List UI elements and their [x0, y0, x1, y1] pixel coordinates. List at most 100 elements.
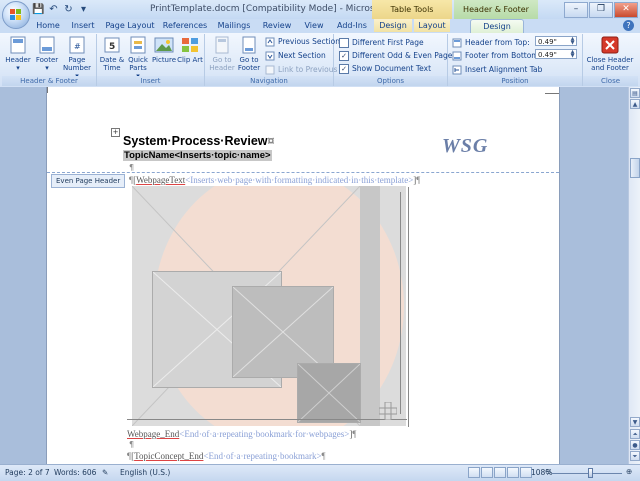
group-label-header-footer: Header & Footer: [2, 76, 96, 86]
help-icon[interactable]: ?: [623, 20, 634, 31]
topic-concept-end-field[interactable]: ¶[TopicConcept_End<End·of·a·repeating·bo…: [127, 451, 326, 461]
next-page-icon[interactable]: ⏷: [630, 451, 640, 461]
web-layout-icon[interactable]: [494, 467, 506, 478]
footer-button[interactable]: Footer ▾: [32, 36, 62, 74]
header-position-icon: [452, 38, 462, 48]
customize-qat-icon[interactable]: ▾: [77, 3, 90, 16]
topic-name-field[interactable]: TopicName<Inserts·topic·name>: [123, 150, 272, 161]
header-button[interactable]: Header ▾: [3, 36, 33, 74]
context-title-header-footer-tools: Header & Footer Tools: [454, 0, 538, 33]
clip-art-button[interactable]: Clip Art: [175, 36, 205, 74]
vertical-scrollbar[interactable]: ▤ ▲ ▼ ⏶ ● ⏷: [628, 87, 640, 464]
tab-insert[interactable]: Insert: [68, 19, 98, 32]
page-count[interactable]: Page: 2 of 7: [5, 468, 50, 477]
window-controls: – ❐ ✕: [564, 2, 638, 18]
minimize-button[interactable]: –: [564, 2, 588, 18]
go-to-header-label: Go to Header: [209, 56, 235, 72]
scroll-thumb[interactable]: [630, 158, 640, 178]
header-from-top-value: 0.49": [538, 38, 557, 46]
picture-icon: [154, 36, 174, 54]
next-section-icon: [265, 51, 275, 61]
spinner-arrows-icon[interactable]: ▲ ▼: [569, 37, 576, 46]
placeholder-image[interactable]: [132, 186, 406, 426]
zoom-in-icon[interactable]: ⊕: [626, 467, 632, 476]
tab-mailings[interactable]: Mailings: [214, 19, 254, 32]
full-screen-reading-icon[interactable]: [481, 467, 493, 478]
footer-from-bottom-input[interactable]: 0.49" ▲ ▼: [535, 49, 577, 59]
webpage-text-field[interactable]: ¶[WebpageText<Inserts·web·page·with·form…: [129, 175, 420, 185]
footer-icon: [37, 36, 57, 54]
group-label-navigation: Navigation: [205, 76, 333, 86]
outline-view-icon[interactable]: [507, 467, 519, 478]
tab-page-layout[interactable]: Page Layout: [104, 19, 156, 32]
footer-button-label: Footer: [35, 56, 59, 64]
language[interactable]: English (U.S.): [120, 468, 170, 477]
document-title-text: System·Process·Review: [123, 134, 268, 148]
webpage-text-hint: <Inserts·web·page·with·formatting·indica…: [185, 175, 414, 185]
office-button[interactable]: [2, 1, 30, 29]
scroll-down-icon[interactable]: ▼: [630, 417, 640, 427]
different-first-page-check: [339, 38, 349, 48]
wsg-logo: WSG: [442, 135, 489, 157]
show-document-text-checkbox[interactable]: ✓ Show Document Text: [339, 63, 431, 75]
select-browse-object-icon[interactable]: ●: [630, 440, 640, 450]
insert-alignment-tab-button[interactable]: Insert Alignment Tab: [452, 64, 542, 76]
svg-text:5: 5: [109, 42, 115, 52]
header-from-top-input[interactable]: 0.49" ▲ ▼: [535, 36, 577, 46]
tab-add-ins[interactable]: Add-Ins: [334, 19, 370, 32]
alignment-tab-icon: [452, 65, 462, 75]
close-header-footer-button[interactable]: Close Header and Footer: [585, 36, 635, 74]
tab-references[interactable]: References: [162, 19, 208, 32]
previous-section-button[interactable]: Previous Section: [265, 36, 340, 48]
go-to-header-button[interactable]: Go to Header: [207, 36, 237, 74]
tab-view[interactable]: View: [300, 19, 328, 32]
tab-review[interactable]: Review: [260, 19, 294, 32]
move-handle-icon[interactable]: [378, 401, 398, 421]
header-boundary-line: [47, 172, 559, 173]
group-options: Different First Page ✓ Different Odd & E…: [334, 34, 456, 86]
different-odd-even-checkbox[interactable]: ✓ Different Odd & Even Pages: [339, 50, 456, 62]
footer-from-bottom-label: Footer from Bottom:: [465, 51, 542, 60]
quick-access-toolbar: 💾 ↶ ↻ ▾: [32, 1, 90, 17]
spinner-arrows-icon[interactable]: ▲ ▼: [569, 50, 576, 59]
close-red-x-icon: [600, 36, 620, 54]
even-page-header-tag: Even Page Header: [51, 174, 126, 188]
next-section-button[interactable]: Next Section: [265, 50, 326, 62]
previous-section-label: Previous Section: [278, 37, 340, 46]
tab-table-layout[interactable]: Layout: [414, 19, 450, 32]
calendar-icon: 5: [102, 36, 122, 54]
next-section-label: Next Section: [278, 51, 326, 60]
image-gray-strip: [360, 186, 380, 426]
table-move-handle-icon[interactable]: +: [111, 128, 120, 137]
insert-alignment-tab-label: Insert Alignment Tab: [465, 65, 543, 74]
different-first-page-checkbox[interactable]: Different First Page: [339, 37, 424, 49]
paragraph-mark: ¶: [416, 175, 421, 185]
ruler-toggle-icon[interactable]: ▤: [630, 88, 640, 98]
paragraph-mark: ¶: [127, 451, 132, 461]
maximize-button[interactable]: ❐: [589, 2, 613, 18]
zoom-slider-thumb[interactable]: [587, 468, 593, 478]
close-window-button[interactable]: ✕: [614, 2, 638, 18]
print-layout-view-icon[interactable]: [468, 467, 480, 478]
go-to-footer-button[interactable]: Go to Footer: [234, 36, 264, 74]
tab-table-design[interactable]: Design: [374, 19, 412, 32]
zoom-out-icon[interactable]: ⊖: [545, 467, 551, 476]
group-close: Close Header and Footer Close: [583, 34, 638, 86]
page-number-button[interactable]: # Page Number▾: [62, 36, 92, 80]
redo-icon[interactable]: ↻: [62, 3, 75, 16]
tab-home[interactable]: Home: [34, 19, 62, 32]
document-page[interactable]: + System·Process·Review¤ TopicName<Inser…: [46, 87, 560, 464]
table-border-line: [408, 187, 409, 427]
save-icon[interactable]: 💾: [32, 3, 45, 16]
previous-page-icon[interactable]: ⏶: [630, 429, 640, 439]
webpage-end-name: Webpage_End: [127, 429, 180, 439]
proofing-icon[interactable]: ✎: [102, 468, 108, 477]
word-count[interactable]: Words: 606: [54, 468, 96, 477]
image-placeholder-icon: [297, 363, 361, 423]
link-to-previous-button[interactable]: Link to Previous: [265, 64, 337, 76]
webpage-end-field[interactable]: Webpage_End<End·of·a·repeating·bookmark·…: [127, 429, 356, 439]
scroll-up-icon[interactable]: ▲: [630, 99, 640, 109]
undo-icon[interactable]: ↶: [47, 3, 60, 16]
tab-header-footer-design[interactable]: Design: [470, 19, 524, 33]
footer-from-bottom-value: 0.49": [538, 51, 557, 59]
